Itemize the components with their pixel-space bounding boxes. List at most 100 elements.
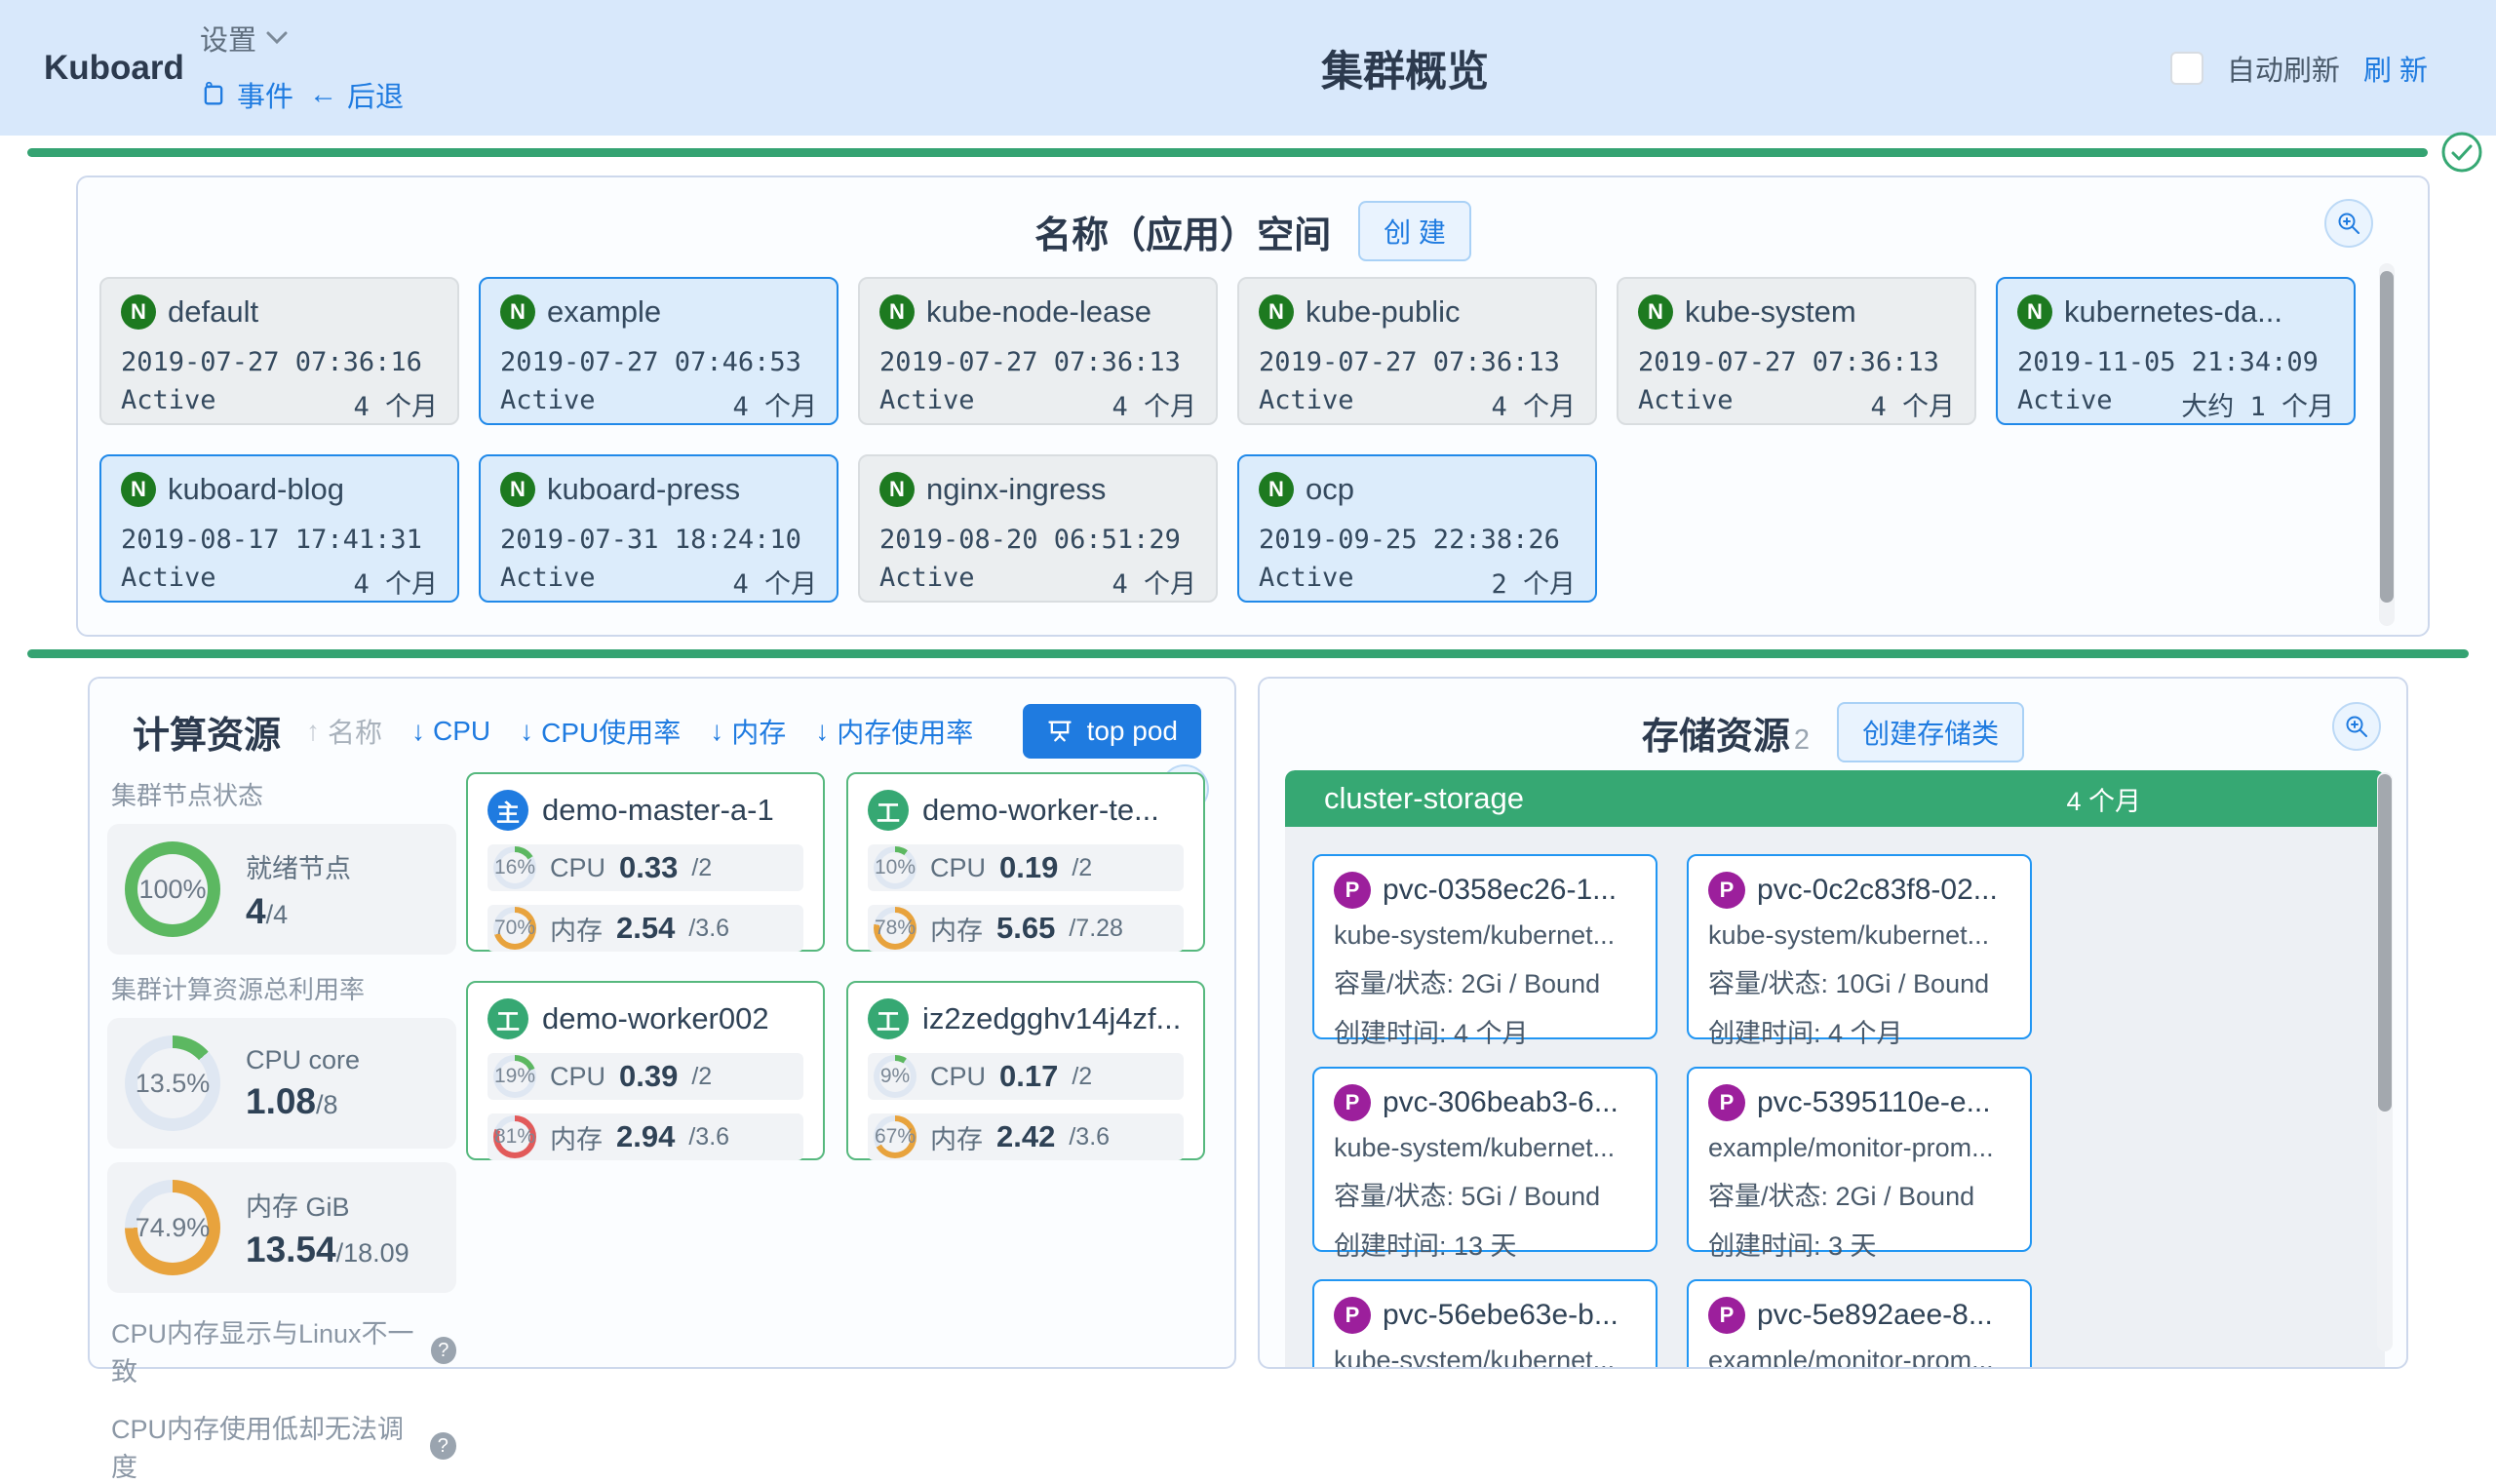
namespace-card-grid: N default 2019-07-27 07:36:16 Active 4 个… [99, 277, 2356, 603]
node-name: iz2zedgghv14j4zf... [922, 1001, 1181, 1036]
namespace-card[interactable]: N kube-public 2019-07-27 07:36:13 Active… [1237, 277, 1597, 425]
cpu-label: CPU [930, 1062, 986, 1092]
cpu-usage-donut: 10% [874, 846, 916, 889]
sort-link[interactable]: ↓ 内存使用率 [815, 712, 973, 751]
node-memory-row: 70% 内存 2.54 /3.6 [488, 905, 803, 952]
stat-info: 内存 GiB 13.54/18.09 [246, 1186, 410, 1270]
namespace-status: Active [1259, 563, 1354, 601]
namespace-card[interactable]: N default 2019-07-27 07:36:16 Active 4 个… [99, 277, 459, 425]
pvc-name: pvc-306beab3-6... [1383, 1086, 1618, 1119]
pvc-namespace: kube-system/kubernet... [1708, 920, 2010, 951]
node-cpu-row: 16% CPU 0.33 /2 [488, 844, 803, 891]
back-link[interactable]: ← 后退 [309, 74, 404, 115]
namespace-age: 4 个月 [732, 385, 817, 423]
pvc-card[interactable]: P pvc-5e892aee-8... example/monitor-prom… [1687, 1279, 2032, 1367]
memory-total: /3.6 [688, 915, 729, 943]
node-card[interactable]: 主 demo-master-a-1 16% CPU 0.33 /2 70% 内存… [466, 772, 825, 952]
namespace-card[interactable]: N kube-node-lease 2019-07-27 07:36:13 Ac… [858, 277, 1218, 425]
node-card[interactable]: 工 demo-worker-te... 10% CPU 0.19 /2 78% … [846, 772, 1205, 952]
node-name: demo-worker-te... [922, 793, 1159, 828]
pvc-capacity-status: 容量/状态: 10Gi / Bound [1708, 962, 2010, 1000]
namespace-name: nginx-ingress [926, 472, 1106, 507]
storage-class-name: cluster-storage [1324, 781, 1524, 816]
help-link[interactable]: CPU内存使用低却无法调度 ? [111, 1408, 456, 1484]
storage-header: 存储资源2 创建存储类 [1260, 702, 2406, 762]
namespace-card[interactable]: N kube-system 2019-07-27 07:36:13 Active… [1617, 277, 1976, 425]
namespace-card[interactable]: N kubernetes-da... 2019-11-05 21:34:09 A… [1996, 277, 2356, 425]
sort-link[interactable]: ↓ CPU使用率 [520, 712, 681, 751]
zoom-in-button[interactable] [2324, 199, 2373, 248]
namespace-age: 4 个月 [1870, 385, 1955, 423]
brand-logo[interactable]: Kuboard [44, 49, 184, 88]
auto-refresh-checkbox[interactable] [2170, 52, 2204, 85]
namespace-status: Active [879, 563, 975, 601]
namespace-card-head: N kube-system [1638, 294, 1955, 330]
cpu-value: 0.33 [619, 850, 678, 885]
settings-menu[interactable]: 设置 [200, 18, 404, 59]
sort-label: CPU使用率 [541, 712, 681, 751]
namespaces-scrollbar [2379, 263, 2395, 626]
namespace-card-head: N ocp [1259, 472, 1576, 507]
pvc-created-time: 创建时间: 13 天 [1334, 1225, 1636, 1263]
create-storage-class-button[interactable]: 创建存储类 [1837, 702, 2024, 762]
namespace-card-head: N example [500, 294, 817, 330]
node-card-head: 主 demo-master-a-1 [488, 790, 803, 831]
node-card[interactable]: 工 iz2zedgghv14j4zf... 9% CPU 0.17 /2 67%… [846, 981, 1205, 1160]
namespace-created-date: 2019-08-20 06:51:29 [879, 525, 1196, 555]
sort-link[interactable]: ↓ 内存 [710, 712, 786, 751]
pvc-card[interactable]: P pvc-0358ec26-1... kube-system/kubernet… [1312, 854, 1658, 1039]
stat-total: /8 [316, 1090, 338, 1119]
top-pod-icon [1046, 718, 1073, 745]
node-cpu-row: 9% CPU 0.17 /2 [868, 1053, 1184, 1100]
zoom-in-button[interactable] [2332, 702, 2381, 751]
namespace-card[interactable]: N kuboard-blog 2019-08-17 17:41:31 Activ… [99, 454, 459, 603]
storage-class-block: cluster-storage 4 个月 P pvc-0358ec26-1...… [1285, 770, 2385, 1367]
help-link[interactable]: CPU内存显示与Linux不一致 ? [111, 1312, 456, 1388]
namespace-status-row: Active 4 个月 [1638, 385, 1955, 423]
pvc-created-time: 创建时间: 4 个月 [1334, 1012, 1636, 1050]
storage-class-bar[interactable]: cluster-storage 4 个月 [1285, 770, 2385, 827]
memory-label: 内存 [550, 910, 603, 948]
pvc-card[interactable]: P pvc-56ebe63e-b... kube-system/kubernet… [1312, 1279, 1658, 1367]
namespace-badge: N [879, 472, 915, 507]
scrollbar-thumb[interactable] [2380, 271, 2394, 603]
header-right: 自动刷新 刷 新 [2170, 48, 2428, 89]
back-arrow-icon: ← [309, 79, 337, 111]
namespace-created-date: 2019-07-27 07:36:13 [1638, 347, 1955, 377]
pvc-card[interactable]: P pvc-306beab3-6... kube-system/kubernet… [1312, 1067, 1658, 1252]
namespace-status: Active [1638, 385, 1734, 423]
namespace-card[interactable]: N ocp 2019-09-25 22:38:26 Active 2 个月 [1237, 454, 1597, 603]
sort-link[interactable]: ↑ 名称 [306, 712, 382, 751]
cluster-stats-column: 集群节点状态 100% 就绪节点 4/4 集群计算资源总利用率 13.5% CP… [107, 772, 456, 1484]
refresh-button[interactable]: 刷 新 [2363, 48, 2428, 89]
scrollbar-thumb[interactable] [2378, 774, 2392, 1112]
top-pod-button[interactable]: top pod [1023, 704, 1201, 759]
sort-arrow-icon: ↓ [710, 716, 723, 747]
donut-percent: 67% [875, 1125, 916, 1149]
pvc-card[interactable]: P pvc-0c2c83f8-02... kube-system/kuberne… [1687, 854, 2032, 1039]
namespace-card[interactable]: N kuboard-press 2019-07-31 18:24:10 Acti… [479, 454, 838, 603]
node-card[interactable]: 工 demo-worker002 19% CPU 0.39 /2 81% 内存 … [466, 981, 825, 1160]
namespace-age: 4 个月 [1491, 385, 1576, 423]
pvc-capacity-status: 容量/状态: 2Gi / Bound [1334, 962, 1636, 1000]
namespace-status-row: Active 4 个月 [121, 563, 438, 601]
pvc-badge: P [1708, 872, 1745, 909]
namespace-card[interactable]: N example 2019-07-27 07:46:53 Active 4 个… [479, 277, 838, 425]
sort-link[interactable]: ↓ CPU [411, 716, 490, 747]
pvc-namespace: kube-system/kubernet... [1334, 1346, 1636, 1367]
namespace-card-head: N kuboard-blog [121, 472, 438, 507]
events-link[interactable]: 事件 [200, 74, 293, 115]
node-card-grid: 主 demo-master-a-1 16% CPU 0.33 /2 70% 内存… [466, 772, 1205, 1160]
namespace-card[interactable]: N nginx-ingress 2019-08-20 06:51:29 Acti… [858, 454, 1218, 603]
sort-arrow-icon: ↓ [815, 716, 829, 747]
cpu-total: /2 [691, 1063, 712, 1091]
auto-refresh-label: 自动刷新 [2227, 48, 2340, 89]
create-namespace-button[interactable]: 创 建 [1358, 201, 1471, 261]
namespaces-panel: 名称（应用）空间 创 建 N default 2019-07-27 07:36:… [76, 176, 2430, 637]
stat-title: CPU core [246, 1045, 360, 1075]
page-title: 集群概览 [1321, 38, 1489, 98]
pvc-name: pvc-5e892aee-8... [1757, 1299, 1993, 1332]
pvc-card[interactable]: P pvc-5395110e-e... example/monitor-prom… [1687, 1067, 2032, 1252]
cpu-value: 0.19 [999, 850, 1058, 885]
namespace-status: Active [2017, 385, 2113, 423]
